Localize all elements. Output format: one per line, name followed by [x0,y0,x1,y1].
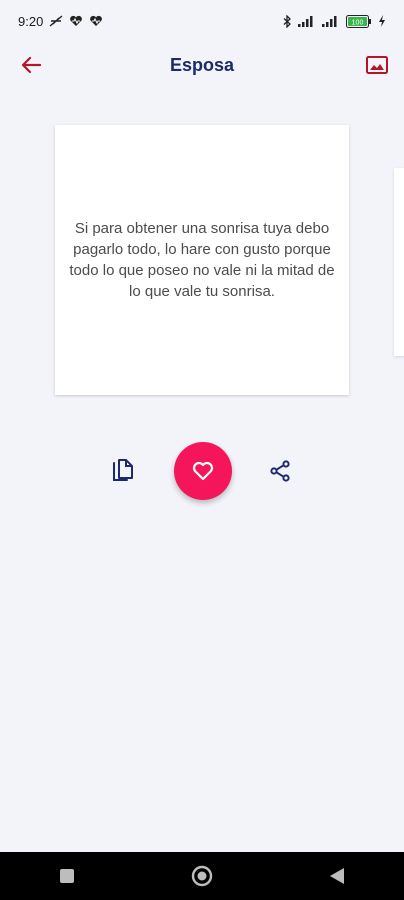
home-circle-icon [191,865,213,887]
wallpaper-button[interactable] [364,52,390,78]
bluetooth-icon [282,14,292,28]
heartbeat-icon [89,15,103,27]
image-icon [366,56,388,74]
share-button[interactable] [268,459,294,485]
next-quote-card[interactable] [394,168,404,356]
charging-icon [378,15,386,27]
copy-button[interactable] [111,458,137,486]
recents-button[interactable] [47,856,87,896]
system-nav-bar [0,852,404,900]
status-left: 9:20 [18,14,103,29]
home-button[interactable] [182,856,222,896]
back-button[interactable] [18,52,44,78]
signal-icon [298,15,316,27]
recents-square-icon [60,869,75,883]
quote-card: Si para obtener una sonrisa tuya debo pa… [55,125,349,395]
page-title: Esposa [169,54,235,75]
back-nav-button[interactable] [317,856,357,896]
heartbeat-icon [69,15,83,27]
copy-icon [113,459,133,481]
status-right: 100 [282,14,386,28]
heart-icon [192,461,214,481]
back-triangle-icon [329,868,344,884]
battery-icon: 100 [346,14,372,28]
signal-icon [322,15,340,27]
status-bar: 9:20 100 [0,0,404,42]
app-bar: Esposa [0,42,404,88]
status-time: 9:20 [18,13,44,29]
battery-level: 100 [352,19,364,26]
quote-actions [0,440,404,502]
arrow-left-icon [21,56,41,74]
favorite-button[interactable] [174,442,232,500]
quote-text: Si para obtener una sonrisa tuya debo pa… [69,220,335,300]
no-data-icon [49,15,63,27]
share-icon [270,460,290,482]
